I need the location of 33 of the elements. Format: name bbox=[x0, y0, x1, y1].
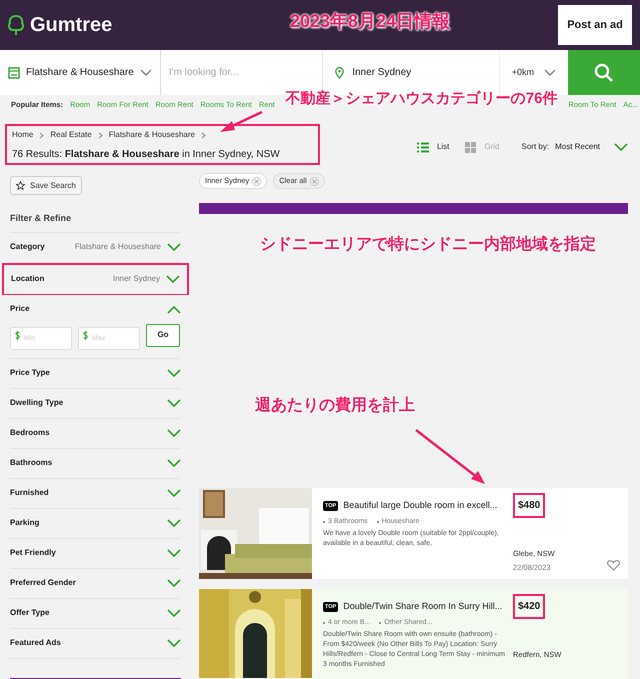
filter-toggle[interactable]: Dwelling Type bbox=[10, 388, 181, 418]
annotation-text: 週あたりの費用を計上 bbox=[255, 395, 415, 416]
sort-label: Sort by: bbox=[522, 141, 550, 153]
listing-title[interactable]: Beautiful large Double room in excell... bbox=[343, 499, 498, 512]
filter-toggle[interactable]: Pet Friendly bbox=[10, 538, 181, 568]
filter-toggle[interactable]: Price Type bbox=[10, 358, 181, 388]
filter-toggle[interactable]: Category Flatshare & Houseshare bbox=[10, 232, 181, 262]
breadcrumb-link[interactable]: Real Estate bbox=[50, 129, 92, 141]
category-select[interactable]: Flatshare & Houseshare bbox=[0, 50, 160, 95]
filter-toggle[interactable]: Price bbox=[10, 294, 181, 324]
filter-toggle[interactable]: Offer Type bbox=[10, 598, 181, 628]
logo-text[interactable]: Gumtree bbox=[30, 10, 112, 40]
filter-toggle[interactable]: Furnished bbox=[10, 478, 181, 508]
listing-title[interactable]: Double/Twin Share Room In Surry Hill... bbox=[343, 600, 502, 614]
annotation-text: シドニーエリアで特にシドニー内部地域を指定 bbox=[260, 234, 596, 255]
filter-toggle[interactable]: Featured Ads bbox=[10, 628, 181, 658]
go-button[interactable]: Go bbox=[146, 324, 180, 346]
filter-toggle[interactable]: Location Inner Sydney bbox=[11, 264, 180, 294]
save-search-button[interactable]: Save Search bbox=[10, 176, 82, 195]
filter-toggle[interactable]: Bathrooms bbox=[10, 448, 181, 478]
post-ad-button[interactable]: Post an ad bbox=[558, 5, 632, 45]
breadcrumb-link[interactable]: Home bbox=[12, 129, 34, 141]
filter-toggle[interactable]: Preferred Gender bbox=[10, 568, 181, 598]
annotation-box: $420 bbox=[513, 594, 546, 619]
annotation-text: 2023年8月24日情報 bbox=[290, 10, 450, 33]
filter-heading: Filter & Refine bbox=[10, 212, 181, 232]
view-toggle[interactable]: List bbox=[416, 141, 450, 153]
sort-select[interactable]: Most Recent bbox=[555, 141, 628, 153]
annotation-box: $480 bbox=[513, 493, 546, 518]
filter-toggle[interactable]: Bedrooms bbox=[10, 418, 181, 448]
results-heading: 76 Results: Flatshare & Houseshare in Inner Sydney, NSW bbox=[12, 148, 280, 162]
filter-toggle[interactable]: Parking bbox=[10, 508, 181, 538]
breadcrumb-link[interactable]: Flatshare & Houseshare bbox=[108, 129, 195, 141]
